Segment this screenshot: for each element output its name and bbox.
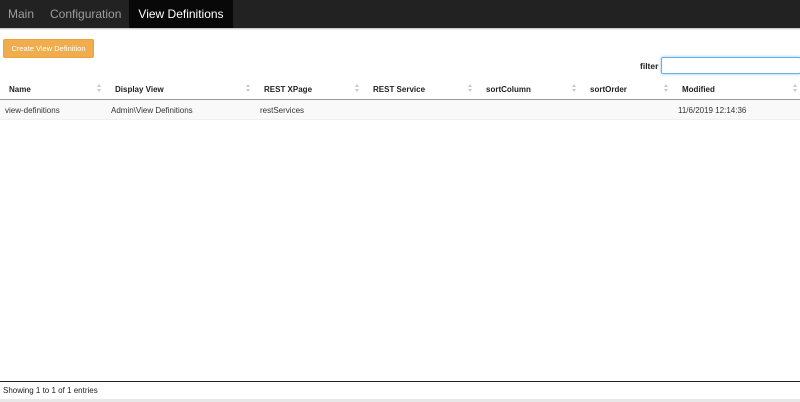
sort-icon[interactable] xyxy=(355,84,360,94)
cell-display-view: Admin\View Definitions xyxy=(111,105,193,115)
sort-icon[interactable] xyxy=(468,84,473,94)
tab-main[interactable]: Main xyxy=(0,0,42,28)
create-view-definition-button[interactable]: Create View Definition xyxy=(3,39,94,58)
sort-icon[interactable] xyxy=(246,84,251,94)
navbar-shadow xyxy=(0,28,800,30)
column-header-rest-service[interactable]: REST Service xyxy=(373,78,425,100)
sort-icon[interactable] xyxy=(664,84,669,94)
cell-name[interactable]: view-definitions xyxy=(5,100,60,120)
view-definitions-table: Name Display View REST XPage REST Servic… xyxy=(0,78,800,120)
cell-rest-xpage: restServices xyxy=(260,105,305,115)
table-footer-divider xyxy=(0,381,800,382)
tab-configuration[interactable]: Configuration xyxy=(42,0,129,28)
cell-modified: 11/6/2019 12:14:36 xyxy=(678,105,747,115)
sort-icon[interactable] xyxy=(97,84,102,94)
sort-icon[interactable] xyxy=(572,84,577,94)
table-info: Showing 1 to 1 of 1 entries xyxy=(3,386,98,395)
filter-input[interactable] xyxy=(661,57,800,74)
column-header-rest-xpage[interactable]: REST XPage xyxy=(264,78,312,100)
column-header-display-view[interactable]: Display View xyxy=(115,78,164,100)
table-row[interactable]: view-definitions Admin\View Definitions … xyxy=(0,100,800,120)
tab-view-definitions[interactable]: View Definitions xyxy=(129,0,233,28)
column-header-name[interactable]: Name xyxy=(9,78,31,100)
sort-icon[interactable] xyxy=(793,84,798,94)
top-navbar: Main Configuration View Definitions xyxy=(0,0,800,28)
column-header-modified[interactable]: Modified xyxy=(682,78,715,100)
filter-label: filter xyxy=(640,61,659,71)
column-header-sortorder[interactable]: sortOrder xyxy=(590,78,627,100)
column-header-sortcolumn[interactable]: sortColumn xyxy=(486,78,531,100)
table-header-row: Name Display View REST XPage REST Servic… xyxy=(0,78,800,100)
